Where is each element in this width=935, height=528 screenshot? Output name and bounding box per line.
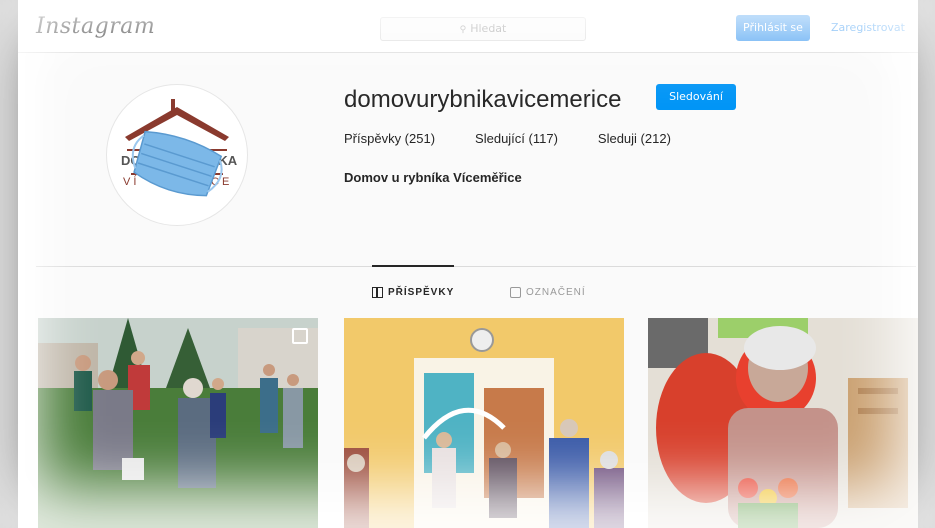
avatar-text-mid-left: V Í: [123, 175, 137, 188]
post-thumbnail-garden-group[interactable]: [38, 318, 318, 528]
tab-tagged-label: OZNAČENÍ: [526, 287, 586, 298]
tab-posts[interactable]: PŘÍSPĚVKY: [372, 287, 454, 298]
post-image: [344, 318, 624, 528]
search-input[interactable]: ⚲ Hledat: [380, 17, 586, 41]
profile-stats: Příspěvky (251) Sledující (117) Sleduji …: [344, 131, 671, 146]
instagram-profile-page: Instagram ⚲ Hledat Přihlásit se Zaregistr…: [18, 0, 918, 528]
profile-avatar[interactable]: DO NKA V Í C E: [106, 84, 248, 226]
follow-button[interactable]: Sledování: [656, 84, 736, 110]
face-mask-image: [131, 130, 223, 197]
avatar-logo-image: DO NKA V Í C E: [121, 99, 238, 197]
top-navigation-bar: Instagram ⚲ Hledat Přihlásit se Zaregistr…: [18, 0, 918, 53]
tab-posts-label: PŘÍSPĚVKY: [388, 287, 455, 298]
grid-icon: [372, 287, 383, 298]
post-thumbnail-exercise[interactable]: [344, 318, 624, 528]
posts-count[interactable]: Příspěvky (251): [344, 131, 435, 146]
active-tab-indicator: [372, 265, 454, 267]
profile-username: domovurybnikavicemerice: [344, 86, 622, 113]
post-thumbnail-elderly-woman[interactable]: [648, 318, 918, 528]
post-image: [38, 318, 318, 528]
search-placeholder: Hledat: [470, 22, 507, 35]
following-count[interactable]: Sleduji (212): [598, 131, 671, 146]
tag-icon: [510, 287, 521, 298]
signup-link[interactable]: Zaregistrovat: [831, 15, 905, 41]
followers-count[interactable]: Sledující (117): [475, 131, 558, 146]
profile-full-name: Domov u rybníka Víceměřice: [344, 170, 522, 185]
tabs-divider: [36, 266, 916, 267]
login-button[interactable]: Přihlásit se: [736, 15, 810, 41]
post-image: [648, 318, 918, 528]
search-icon: ⚲: [459, 25, 467, 35]
multiple-posts-icon: [292, 328, 308, 344]
instagram-logo[interactable]: Instagram: [36, 14, 155, 39]
tab-tagged[interactable]: OZNAČENÍ: [510, 287, 586, 298]
